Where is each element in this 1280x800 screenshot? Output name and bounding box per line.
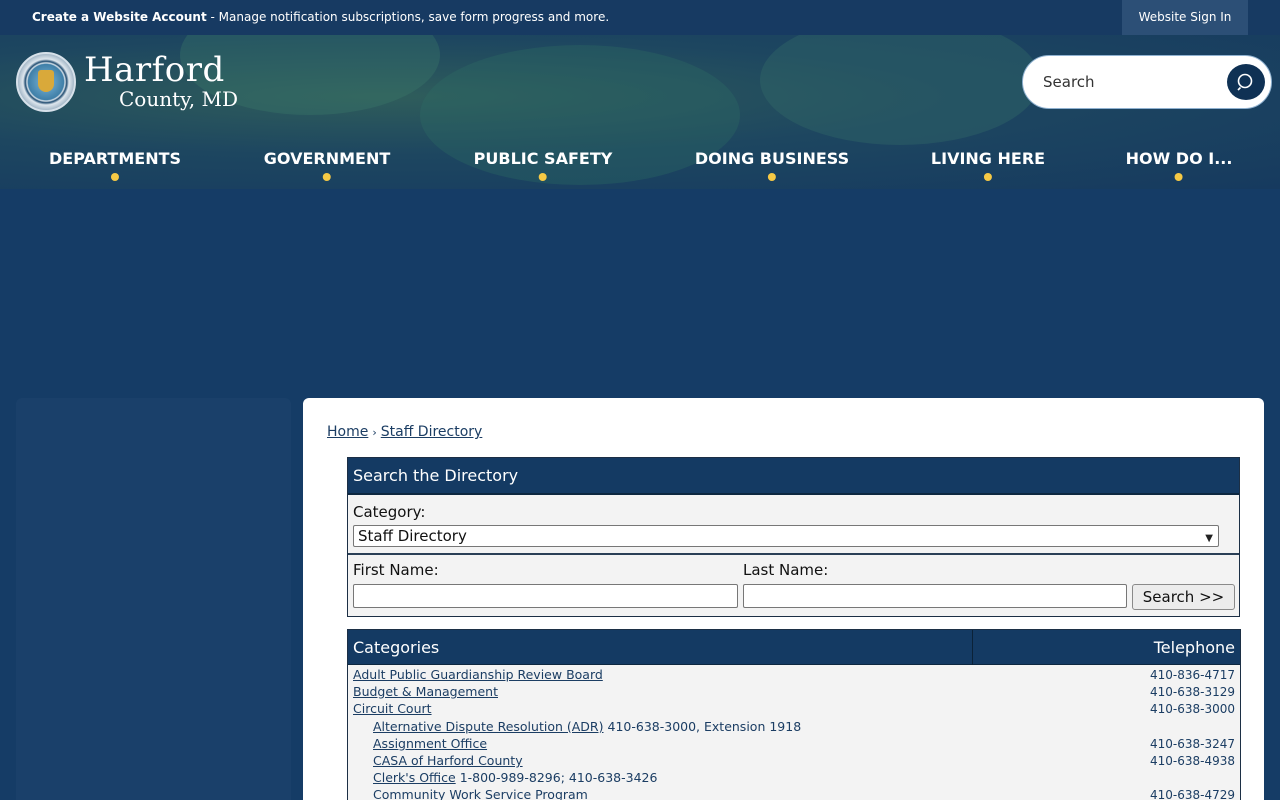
nav-departments[interactable]: DEPARTMENTS (49, 149, 181, 181)
nav-label: LIVING HERE (930, 149, 1046, 168)
inline-phone-text: 410-638-3000, Extension 1918 (607, 718, 802, 734)
name-search-section: First Name: Last Name: Search >> (348, 555, 1239, 616)
telephone-value: 410-638-3129 (1149, 685, 1235, 700)
nav-how-do-i[interactable]: HOW DO I... (1125, 149, 1233, 181)
inline-phone-text: 1-800-989-8296; 410-638-3426 (459, 770, 658, 786)
create-account-link[interactable]: Create a Website Account (32, 10, 207, 24)
column-divider (972, 630, 973, 665)
telephone-value: 410-836-4717 (1149, 668, 1235, 682)
table-row: Clerk's Office 1-800-989-8296; 410-638-34… (348, 769, 1240, 786)
directory-search-button[interactable]: Search >> (1132, 584, 1235, 610)
nav-government[interactable]: GOVERNMENT (264, 149, 390, 181)
directory-search-heading: Search the Directory (348, 458, 1239, 495)
nav-dot-icon (1174, 173, 1183, 181)
category-section: Category: Staff Directory ▼ (348, 495, 1239, 555)
nav-dot-icon (538, 173, 547, 181)
table-row: Circuit Court 410-638-3000 (348, 700, 1240, 717)
breadcrumb-staff-directory-link[interactable]: Staff Directory (381, 424, 483, 440)
category-link[interactable]: Clerk's Office (373, 770, 456, 785)
search-input[interactable] (1043, 69, 1223, 95)
categories-column-header: Categories (353, 638, 440, 657)
first-name-input[interactable] (353, 584, 738, 608)
table-row: Community Work Service Program 410-638-47… (348, 786, 1240, 800)
table-header: Categories Telephone (348, 630, 1240, 665)
category-link[interactable]: Alternative Dispute Resolution (ADR) (373, 719, 604, 734)
site-search (1022, 55, 1272, 109)
last-name-input[interactable] (743, 584, 1127, 608)
main-navigation: DEPARTMENTS GOVERNMENT PUBLIC SAFETY DOI… (0, 143, 1280, 189)
table-row: Assignment Office 410-638-3247 (348, 735, 1240, 752)
table-row: CASA of Harford County 410-638-4938 (348, 752, 1240, 769)
category-link[interactable]: Adult Public Guardianship Review Board (353, 667, 603, 682)
website-sign-in-button[interactable]: Website Sign In (1122, 0, 1248, 35)
nav-label: GOVERNMENT (263, 149, 391, 168)
search-icon (1237, 73, 1253, 91)
nav-living-here[interactable]: LIVING HERE (931, 149, 1045, 181)
directory-search-box: Search the Directory Category: Staff Dir… (347, 457, 1240, 617)
table-row: Alternative Dispute Resolution (ADR) 410-… (348, 718, 1240, 735)
nav-dot-icon (322, 173, 331, 181)
category-link[interactable]: Assignment Office (373, 736, 487, 751)
telephone-value: 410-638-3247 (1149, 736, 1235, 751)
telephone-value: 410-638-3000 (1149, 702, 1235, 717)
table-row: Adult Public Guardianship Review Board 41… (348, 666, 1240, 683)
category-link[interactable]: CASA of Harford County (373, 753, 523, 768)
sidebar-panel (16, 398, 291, 800)
category-link[interactable]: Circuit Court (353, 701, 432, 716)
county-seal-icon[interactable] (16, 52, 76, 112)
search-button[interactable] (1227, 64, 1265, 100)
breadcrumb: Home › Staff Directory (327, 424, 482, 440)
chevron-down-icon: ▼ (1205, 533, 1213, 544)
telephone-value: 410-638-4938 (1149, 753, 1235, 768)
telephone-value: 410-638-4729 (1149, 788, 1235, 800)
nav-dot-icon (768, 173, 776, 181)
telephone-column-header: Telephone (1153, 638, 1235, 657)
nav-label: DEPARTMENTS (48, 149, 182, 168)
breadcrumb-home-link[interactable]: Home (327, 424, 368, 440)
main-content: Home › Staff Directory Search the Director… (303, 398, 1264, 800)
category-link[interactable]: Community Work Service Program (373, 787, 588, 800)
nav-dot-icon (110, 173, 119, 181)
category-link[interactable]: Budget & Management (353, 684, 498, 699)
last-name-label: Last Name: (743, 561, 829, 579)
site-header: Harford County, MD DEPARTMENTS GOVERNMEN… (0, 35, 1280, 189)
category-label: Category: (353, 503, 426, 521)
logo-subtitle[interactable]: County, MD (119, 87, 238, 111)
first-name-label: First Name: (353, 561, 439, 579)
nav-label: DOING BUSINESS (694, 149, 850, 168)
directory-table: Categories Telephone Adult Public Guardi… (347, 629, 1241, 800)
table-row: Budget & Management 410-638-3129 (348, 683, 1240, 700)
account-notice[interactable]: Create a Website Account - Manage notifi… (32, 10, 609, 24)
nav-dot-icon (984, 173, 992, 181)
logo-title[interactable]: Harford (84, 50, 225, 90)
fern-decoration (760, 35, 1040, 145)
account-notice-text: - Manage notification subscriptions, sav… (206, 10, 610, 24)
nav-label: HOW DO I... (1125, 149, 1233, 168)
nav-label: PUBLIC SAFETY (473, 149, 613, 168)
breadcrumb-separator: › (372, 426, 377, 439)
top-bar: Create a Website Account - Manage notifi… (0, 0, 1280, 35)
category-select[interactable]: Staff Directory ▼ (353, 525, 1219, 547)
seal-shield-icon (38, 70, 54, 92)
category-select-value: Staff Directory (358, 527, 467, 545)
nav-doing-business[interactable]: DOING BUSINESS (695, 149, 849, 181)
nav-public-safety[interactable]: PUBLIC SAFETY (473, 149, 613, 181)
table-body: Adult Public Guardianship Review Board 41… (348, 665, 1240, 800)
